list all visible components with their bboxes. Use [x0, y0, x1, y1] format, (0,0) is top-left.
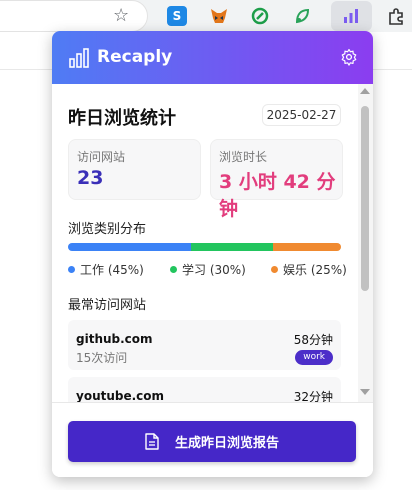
category-segment-work: [68, 243, 191, 251]
sites-visited-value: 23: [77, 167, 104, 189]
bookmark-star-icon[interactable]: ☆: [113, 5, 129, 27]
site-visits: 15次访问: [76, 351, 128, 365]
recaply-chart-icon[interactable]: [341, 6, 361, 26]
browse-duration-value: 3 小时 42 分钟: [219, 171, 336, 220]
category-segment-entertainment: [272, 243, 341, 251]
recaply-logo-icon: [68, 47, 90, 73]
scrollbar-thumb[interactable]: [361, 106, 369, 291]
site-row-github[interactable]: github.com 15次访问 58分钟 work: [68, 320, 341, 370]
settings-gear-icon[interactable]: [340, 48, 358, 70]
green-circle-extension-icon[interactable]: [250, 6, 270, 26]
category-distribution-bar: [68, 243, 341, 251]
recaply-popup: Recaply 昨日浏览统计 2025-02-27 访问网站 23 浏览时长 3…: [52, 31, 373, 477]
document-icon: [145, 433, 159, 450]
date-badge[interactable]: 2025-02-27: [262, 104, 341, 126]
generate-report-button[interactable]: 生成昨日浏览报告: [68, 421, 356, 462]
legend-item-study: 学习 (30%): [170, 261, 246, 278]
sites-visited-card: 访问网站 23: [68, 139, 201, 200]
popup-header: Recaply: [52, 31, 373, 84]
legend-label-entertainment: 娱乐 (25%): [283, 263, 347, 277]
puzzle-icon[interactable]: [386, 6, 406, 26]
legend-label-work: 工作 (45%): [80, 263, 144, 277]
legend-dot-entertainment: [271, 266, 278, 273]
scroll-down-arrow-icon[interactable]: [360, 389, 370, 395]
s-extension-icon[interactable]: S: [167, 6, 187, 26]
site-time: 58分钟: [293, 333, 333, 347]
legend-item-entertainment: 娱乐 (25%): [271, 261, 347, 278]
brand-name: Recaply: [97, 47, 173, 67]
page-title: 昨日浏览统计: [68, 108, 176, 129]
browse-duration-label: 浏览时长: [219, 150, 268, 164]
popup-footer: 生成昨日浏览报告: [52, 402, 373, 477]
site-name: github.com: [76, 332, 153, 346]
category-segment-study: [190, 243, 273, 251]
legend-item-work: 工作 (45%): [68, 261, 144, 278]
category-section-title: 浏览类别分布: [68, 222, 147, 237]
legend-dot-study: [170, 266, 177, 273]
site-name: youtube.com: [76, 389, 165, 402]
site-time: 32分钟: [293, 390, 333, 402]
site-row-youtube[interactable]: youtube.com 32分钟: [68, 377, 341, 402]
green-sprout-extension-icon[interactable]: [292, 6, 312, 26]
browse-duration-card: 浏览时长 3 小时 42 分钟: [210, 139, 343, 220]
browser-toolbar: ☆ S: [0, 0, 412, 32]
metamask-fox-icon[interactable]: [209, 6, 229, 26]
generate-report-label: 生成昨日浏览报告: [174, 436, 279, 451]
popup-content[interactable]: 昨日浏览统计 2025-02-27 访问网站 23 浏览时长 3 小时 42 分…: [52, 84, 373, 402]
scroll-up-arrow-icon[interactable]: [360, 88, 370, 94]
legend-label-study: 学习 (30%): [182, 263, 246, 277]
legend-dot-work: [68, 266, 75, 273]
sites-visited-label: 访问网站: [77, 150, 126, 164]
category-badge: work: [295, 350, 333, 365]
top-sites-title: 最常访问网站: [68, 298, 147, 313]
